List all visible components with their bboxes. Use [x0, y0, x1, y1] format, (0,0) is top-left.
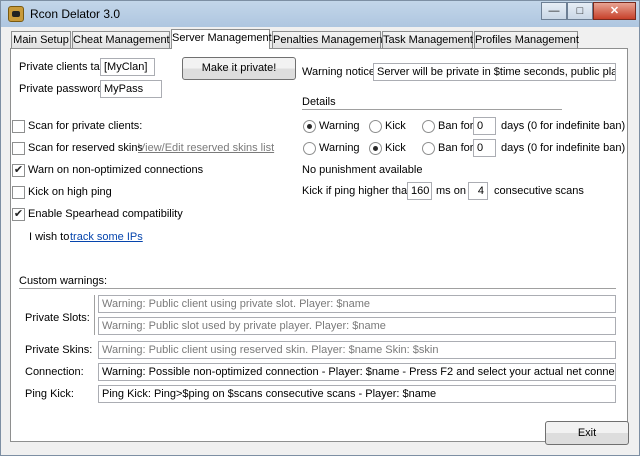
- custom-warnings-divider: [19, 288, 616, 289]
- private-skins-warning[interactable]: Warning: Public client using reserved sk…: [98, 341, 616, 359]
- scan-private-label: Scan for private clients:: [28, 120, 143, 132]
- scans-suffix-label: consecutive scans: [494, 185, 584, 197]
- row1-ban-radio[interactable]: [422, 120, 435, 133]
- window-title: Rcon Delator 3.0: [30, 7, 121, 21]
- tab-cheat-management[interactable]: Cheat Management: [72, 31, 170, 48]
- private-slots-label: Private Slots:: [25, 312, 90, 324]
- ping-threshold-input[interactable]: 160: [407, 182, 432, 200]
- row1-days-input[interactable]: 0: [473, 117, 496, 135]
- connection-warning[interactable]: Warning: Possible non-optimized connecti…: [98, 363, 616, 381]
- tab-penalties-management[interactable]: Penalties Management: [272, 31, 386, 48]
- tab-main-setup[interactable]: Main Setup: [11, 31, 71, 48]
- details-divider: [302, 109, 562, 110]
- row2-days-input[interactable]: 0: [473, 139, 496, 157]
- row2-ban-label: Ban for: [438, 142, 474, 154]
- no-punishment-label: No punishment available: [302, 164, 423, 176]
- connection-label: Connection:: [25, 366, 84, 378]
- minimize-button[interactable]: —: [541, 2, 567, 20]
- scan-reserved-label: Scan for reserved skins: [28, 142, 143, 154]
- private-slots-warning-1[interactable]: Warning: Public client using private slo…: [98, 295, 616, 313]
- row2-kick-label: Kick: [385, 142, 406, 154]
- warn-nonopt-label: Warn on non-optimized connections: [28, 164, 204, 176]
- warn-nonopt-checkbox[interactable]: ✔: [12, 164, 25, 177]
- tab-profiles-management[interactable]: Profiles Management: [474, 31, 579, 48]
- tab-task-management[interactable]: Task Management: [382, 31, 473, 48]
- row2-kick-radio[interactable]: [369, 142, 382, 155]
- private-clients-tag-label: Private clients tag:: [19, 61, 109, 73]
- scans-count-input[interactable]: 4: [468, 182, 488, 200]
- maximize-button[interactable]: □: [567, 2, 593, 20]
- custom-warnings-heading: Custom warnings:: [19, 275, 108, 287]
- warning-notice-input[interactable]: Server will be private in $time seconds,…: [373, 63, 616, 81]
- exit-button[interactable]: Exit: [545, 421, 629, 445]
- spearhead-checkbox[interactable]: ✔: [12, 208, 25, 221]
- warning-notice-label: Warning notice:: [302, 66, 379, 78]
- track-prefix: I wish to: [29, 231, 70, 243]
- close-button[interactable]: ✕: [593, 2, 636, 20]
- make-private-button[interactable]: Make it private!: [182, 57, 296, 80]
- kick-ping-checkbox[interactable]: [12, 186, 25, 199]
- row1-warning-radio[interactable]: [303, 120, 316, 133]
- track-ips-link[interactable]: track some IPs: [70, 231, 143, 243]
- private-password-input[interactable]: MyPass: [100, 80, 162, 98]
- ping-kick-warning[interactable]: Ping Kick: Ping>$ping on $scans consecut…: [98, 385, 616, 403]
- row2-warning-radio[interactable]: [303, 142, 316, 155]
- row1-ban-label: Ban for: [438, 120, 474, 132]
- ping-mid-label: ms on: [436, 185, 466, 197]
- title-bar[interactable]: Rcon Delator 3.0 — □ ✕: [1, 1, 639, 27]
- ping-prefix-label: Kick if ping higher than: [302, 185, 414, 197]
- client-area: Main Setup Cheat Management Server Manag…: [5, 27, 635, 453]
- private-slots-bracket: [94, 295, 95, 335]
- scan-private-checkbox[interactable]: [12, 120, 25, 133]
- row1-warning-label: Warning: [319, 120, 360, 132]
- app-icon: [8, 6, 24, 22]
- row1-days-suffix: days (0 for indefinite ban): [501, 120, 626, 132]
- details-heading: Details: [302, 96, 336, 108]
- private-skins-label: Private Skins:: [25, 344, 93, 356]
- spearhead-label: Enable Spearhead compatibility: [28, 208, 183, 220]
- row2-warning-label: Warning: [319, 142, 360, 154]
- row2-ban-radio[interactable]: [422, 142, 435, 155]
- row2-days-suffix: days (0 for indefinite ban): [501, 142, 626, 154]
- private-clients-tag-input[interactable]: [MyClan]: [100, 58, 155, 76]
- scan-reserved-checkbox[interactable]: [12, 142, 25, 155]
- row1-kick-label: Kick: [385, 120, 406, 132]
- row1-kick-radio[interactable]: [369, 120, 382, 133]
- main-window: Rcon Delator 3.0 — □ ✕ Main Setup Cheat …: [0, 0, 640, 456]
- kick-ping-label: Kick on high ping: [28, 186, 112, 198]
- private-slots-warning-2[interactable]: Warning: Public slot used by private pla…: [98, 317, 616, 335]
- ping-kick-label: Ping Kick:: [25, 388, 74, 400]
- private-password-label: Private password:: [19, 83, 107, 95]
- reserved-skins-link[interactable]: View/Edit reserved skins list: [138, 142, 274, 154]
- tab-server-management[interactable]: Server Management: [171, 29, 272, 49]
